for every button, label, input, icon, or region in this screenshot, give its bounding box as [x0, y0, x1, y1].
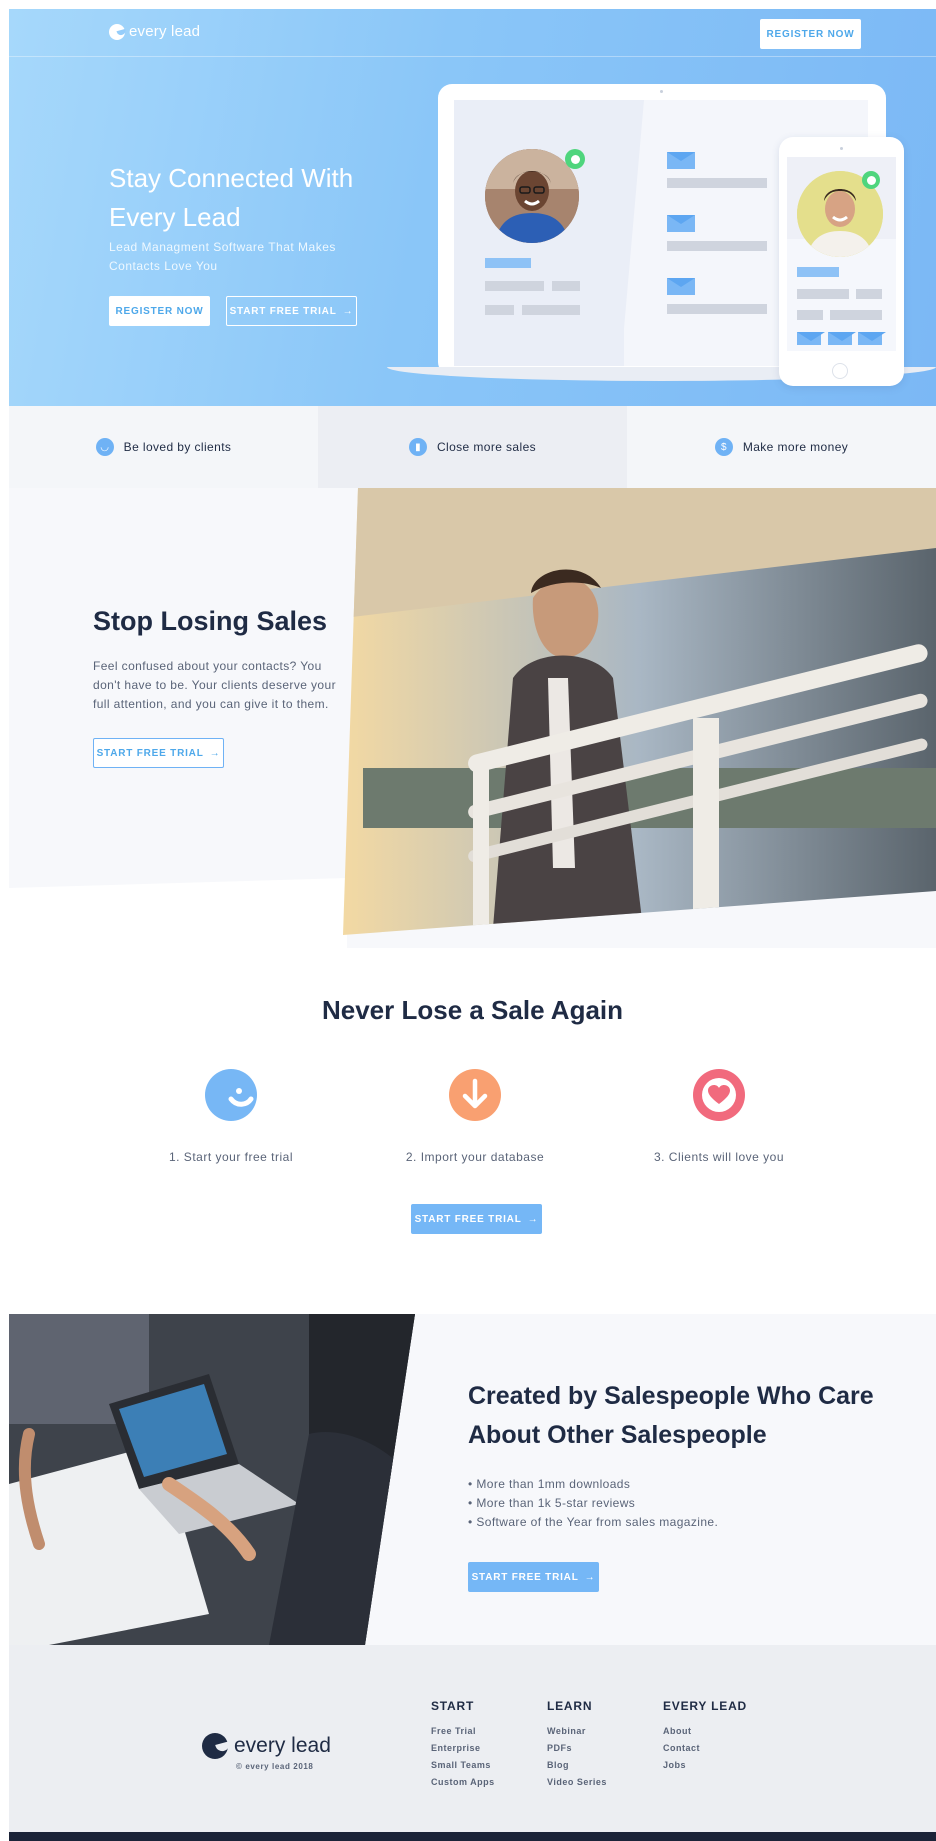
camera-dot	[660, 90, 663, 93]
heart-glyph	[702, 1078, 736, 1112]
dollar-icon: $	[714, 438, 733, 456]
feature-loved: ◡ Be loved by clients	[9, 406, 318, 488]
footer-link-blog[interactable]: Blog	[547, 1757, 607, 1774]
envelope-icon	[667, 215, 695, 232]
hero-section: every lead REGISTER NOW Stay Connected W…	[9, 9, 936, 406]
online-status-icon	[862, 171, 880, 189]
footer-column-learn: LEARN Webinar PDFs Blog Video Series	[547, 1699, 607, 1791]
placeholder-bar	[485, 281, 544, 291]
list-item: More than 1k 5-star reviews	[468, 1494, 718, 1513]
envelope-icon	[667, 278, 695, 295]
start-trial-button-hero[interactable]: START FREE TRIAL →	[226, 296, 357, 326]
footer-column-title: EVERY LEAD	[663, 1699, 748, 1713]
feature-label: Be loved by clients	[123, 440, 232, 454]
team-meeting-photo	[9, 1314, 415, 1645]
feature-strip: ◡ Be loved by clients ▮ Close more sales…	[9, 406, 936, 488]
heart-icon	[693, 1069, 745, 1121]
register-button-hero[interactable]: REGISTER NOW	[109, 296, 210, 326]
logo[interactable]: every lead	[109, 23, 200, 40]
start-trial-label: START FREE TRIAL	[96, 747, 204, 759]
register-button-top[interactable]: REGISTER NOW	[760, 19, 861, 49]
envelope-icon	[828, 332, 856, 345]
envelope-icon	[667, 152, 695, 169]
placeholder-bar	[485, 305, 514, 315]
step-label: 3. Clients will love you	[653, 1150, 785, 1164]
feature-money: $ Make more money	[627, 406, 936, 488]
footer-column-title: LEARN	[547, 1699, 593, 1713]
placeholder-bar	[856, 289, 882, 299]
footer-link-pdfs[interactable]: PDFs	[547, 1740, 607, 1757]
footer-column-title: START	[431, 1699, 475, 1713]
team-photo-illustration	[9, 1314, 415, 1645]
placeholder-bar	[667, 304, 767, 314]
created-bullets: More than 1mm downloads More than 1k 5-s…	[468, 1475, 718, 1532]
smile-icon-glyph	[228, 1088, 254, 1107]
envelope-icon	[858, 332, 886, 345]
footer-link-jobs[interactable]: Jobs	[663, 1757, 747, 1774]
camera-dot	[840, 147, 843, 150]
step-label: 1. Start your free trial	[168, 1150, 294, 1164]
stop-text: Feel confused about your contacts? You d…	[93, 659, 336, 711]
chart-icon: ▮	[408, 438, 427, 456]
start-trial-label: START FREE TRIAL	[471, 1571, 579, 1583]
footer-link-webinar[interactable]: Webinar	[547, 1723, 607, 1740]
footer-column-every-lead: EVERY LEAD About Contact Jobs	[663, 1699, 747, 1774]
hero-subtitle: Lead Managment Software That Makes Conta…	[109, 240, 336, 273]
logo-icon	[109, 23, 125, 40]
placeholder-bar	[797, 310, 823, 320]
placeholder-bar	[485, 258, 531, 268]
footer-logo-text: every lead	[234, 1734, 331, 1757]
feature-label: Make more money	[742, 440, 849, 454]
footer-column-start: START Free Trial Enterprise Small Teams …	[431, 1699, 495, 1791]
start-trial-label: START FREE TRIAL	[414, 1213, 522, 1225]
man-on-balcony-photo	[343, 488, 936, 935]
copyright: © every lead 2018	[236, 1762, 314, 1771]
arrow-right-icon: →	[584, 1571, 596, 1583]
feature-close-sales: ▮ Close more sales	[318, 406, 627, 488]
home-button-icon	[832, 363, 848, 379]
footer-link-video-series[interactable]: Video Series	[547, 1774, 607, 1791]
footer-link-contact[interactable]: Contact	[663, 1740, 747, 1757]
man-photo-illustration	[343, 488, 936, 935]
start-trial-button-steps[interactable]: START FREE TRIAL →	[411, 1204, 542, 1234]
start-trial-label: START FREE TRIAL	[229, 305, 337, 317]
arrow-right-icon: →	[342, 305, 354, 317]
footer-link-about[interactable]: About	[663, 1723, 747, 1740]
logo-text: every lead	[129, 23, 201, 40]
stop-title: Stop Losing Sales	[93, 606, 328, 636]
list-item: More than 1mm downloads	[468, 1475, 718, 1494]
placeholder-bar	[667, 178, 767, 188]
placeholder-bar	[797, 289, 849, 299]
page: every lead REGISTER NOW Stay Connected W…	[9, 9, 936, 1841]
footer-link-small-teams[interactable]: Small Teams	[431, 1757, 495, 1774]
placeholder-bar	[667, 241, 767, 251]
envelope-icon	[797, 332, 825, 345]
start-trial-button-created[interactable]: START FREE TRIAL →	[468, 1562, 599, 1592]
logo-icon	[202, 1733, 228, 1759]
online-status-icon	[565, 149, 585, 169]
arrow-right-icon: →	[209, 747, 221, 759]
placeholder-bar	[797, 267, 839, 277]
step-label: 2. Import your database	[405, 1150, 545, 1164]
footer-link-enterprise[interactable]: Enterprise	[431, 1740, 495, 1757]
start-trial-button-stop[interactable]: START FREE TRIAL →	[93, 738, 224, 768]
never-lose-title: Never Lose a Sale Again	[321, 995, 624, 1025]
smile-icon	[205, 1069, 257, 1121]
arrow-down-glyph	[462, 1078, 488, 1109]
footer-link-custom-apps[interactable]: Custom Apps	[431, 1774, 495, 1791]
top-nav: every lead REGISTER NOW	[9, 9, 936, 57]
arrow-right-icon: →	[527, 1213, 539, 1225]
placeholder-bar	[830, 310, 882, 320]
footer-bottom-bar	[9, 1832, 936, 1841]
footer-logo[interactable]: every lead	[202, 1733, 331, 1759]
placeholder-bar	[522, 305, 580, 315]
list-item: Software of the Year from sales magazine…	[468, 1513, 718, 1532]
feature-label: Close more sales	[436, 440, 537, 454]
arrow-down-icon	[449, 1069, 501, 1121]
footer-link-free-trial[interactable]: Free Trial	[431, 1723, 495, 1740]
placeholder-bar	[552, 281, 580, 291]
smile-icon: ◡	[95, 438, 114, 456]
created-title: Created by Salespeople Who Care About Ot…	[468, 1382, 874, 1449]
hero-title: Stay Connected With Every Lead	[109, 163, 354, 232]
